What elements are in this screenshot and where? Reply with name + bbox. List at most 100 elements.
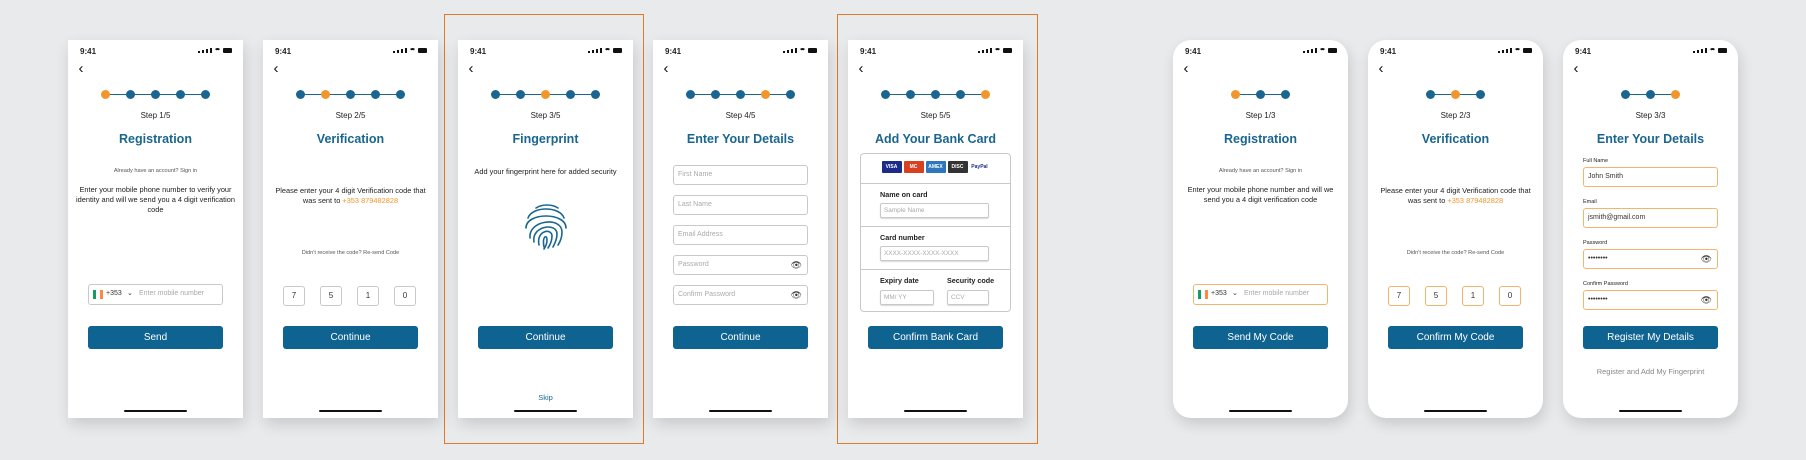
code-digit-2[interactable]: 5 <box>1425 286 1447 306</box>
wifi-icon <box>1514 48 1521 53</box>
sign-in-link[interactable]: Already have an account? Sign in <box>1173 168 1348 174</box>
eye-icon[interactable]: 👁 <box>791 256 802 274</box>
chevron-down-icon[interactable]: ⌄ <box>1232 289 1238 297</box>
battery-icon <box>1523 48 1532 53</box>
back-chevron-icon[interactable]: ‹ <box>659 61 673 76</box>
continue-button[interactable]: Continue <box>478 326 613 349</box>
back-chevron-icon[interactable]: ‹ <box>854 61 868 76</box>
step-progress <box>1173 90 1348 100</box>
step-progress <box>458 90 633 100</box>
name-on-card-input[interactable]: Sample Name <box>880 203 989 218</box>
back-chevron-icon[interactable]: ‹ <box>1569 61 1583 76</box>
code-digit-4[interactable]: 0 <box>394 286 416 306</box>
amex-logo-icon: AMEX <box>925 161 946 173</box>
step-dot <box>371 90 380 99</box>
back-chevron-icon[interactable]: ‹ <box>1179 61 1193 76</box>
step-dot <box>1426 90 1435 99</box>
register-my-details-button[interactable]: Register My Details <box>1583 326 1718 349</box>
first-name-field[interactable]: First Name <box>673 165 808 185</box>
skip-link[interactable]: Skip <box>458 393 633 402</box>
step-progress <box>263 90 438 100</box>
country-code[interactable]: +353 <box>1211 290 1227 297</box>
code-digit-4[interactable]: 0 <box>1499 286 1521 306</box>
home-indicator <box>709 410 772 412</box>
signal-icon <box>783 51 785 53</box>
confirm-password-field[interactable]: •••••••• 👁 <box>1583 290 1718 310</box>
step-dot-current <box>101 90 110 99</box>
discover-logo-icon: DISC <box>947 161 968 173</box>
code-digit-3[interactable]: 1 <box>1462 286 1484 306</box>
name-on-card-label: Name on card <box>880 190 928 199</box>
fingerprint-icon[interactable] <box>522 200 570 250</box>
code-digit-2[interactable]: 5 <box>320 286 342 306</box>
expiry-date-input[interactable]: MM/ YY <box>880 290 934 305</box>
back-chevron-icon[interactable]: ‹ <box>269 61 283 76</box>
register-fingerprint-link[interactable]: Register and Add My Fingerprint <box>1563 367 1738 376</box>
send-my-code-button[interactable]: Send My Code <box>1193 326 1328 349</box>
wifi-icon <box>1709 48 1716 53</box>
resend-code-link[interactable]: Didn't receive the code? Re-send Code <box>1368 250 1543 256</box>
send-button[interactable]: Send <box>88 326 223 349</box>
continue-button[interactable]: Continue <box>283 326 418 349</box>
battery-icon <box>808 48 817 53</box>
confirm-bank-card-button[interactable]: Confirm Bank Card <box>868 326 1003 349</box>
step-dot-current <box>1231 90 1240 99</box>
step-dot <box>686 90 695 99</box>
step-progress <box>1563 90 1738 100</box>
signal-icon <box>978 51 980 53</box>
code-digit-3[interactable]: 1 <box>357 286 379 306</box>
card-number-input[interactable]: XXXX-XXXX-XXXX-XXXX <box>880 246 989 261</box>
battery-icon <box>418 48 427 53</box>
resend-code-link[interactable]: Didn't receive the code? Re-send Code <box>263 250 438 256</box>
page-title: Registration <box>1224 132 1297 146</box>
step-dot <box>176 90 185 99</box>
step-dot <box>396 90 405 99</box>
step-dot <box>1256 90 1265 99</box>
chevron-down-icon[interactable]: ⌄ <box>127 289 133 297</box>
step-label: Step 3/3 <box>1635 111 1666 120</box>
sign-in-link[interactable]: Already have an account? Sign in <box>68 168 243 174</box>
status-time: 9:41 <box>665 47 682 56</box>
eye-icon[interactable]: 👁 <box>1701 291 1712 309</box>
country-code[interactable]: +353 <box>106 290 122 297</box>
back-chevron-icon[interactable]: ‹ <box>464 61 478 76</box>
back-chevron-icon[interactable]: ‹ <box>1374 61 1388 76</box>
status-time: 9:41 <box>860 47 877 56</box>
home-indicator <box>124 410 187 412</box>
mobile-placeholder: Enter mobile number <box>139 290 204 297</box>
last-name-field[interactable]: Last Name <box>673 195 808 215</box>
mobile-number-input[interactable]: +353 ⌄ Enter mobile number <box>1193 284 1328 305</box>
battery-icon <box>1718 48 1727 53</box>
mobile-number-input[interactable]: +353 ⌄ Enter mobile number <box>88 284 223 305</box>
email-field[interactable]: jsmith@gmail.com <box>1583 208 1718 228</box>
step-dot-current <box>541 90 550 99</box>
password-placeholder: Password <box>678 261 709 268</box>
back-chevron-icon[interactable]: ‹ <box>74 61 88 76</box>
signal-icon <box>588 51 590 53</box>
status-bar: 9:41 <box>1563 47 1738 57</box>
code-digit-1[interactable]: 7 <box>1388 286 1410 306</box>
battery-icon <box>1328 48 1337 53</box>
email-field[interactable]: Email Address <box>673 225 808 245</box>
continue-button[interactable]: Continue <box>673 326 808 349</box>
code-digit-1[interactable]: 7 <box>283 286 305 306</box>
security-code-input[interactable]: CCV <box>947 290 989 305</box>
full-name-field[interactable]: John Smith <box>1583 167 1718 187</box>
screen-details-5: 9:41 ‹ Step 4/5 Enter Your Details First… <box>653 40 828 418</box>
step-dot <box>1476 90 1485 99</box>
password-field[interactable]: •••••••• 👁 <box>1583 249 1718 269</box>
instructions: Please enter your 4 digit Verification c… <box>269 186 432 206</box>
mastercard-logo-icon: MC <box>903 161 924 173</box>
page-title: Enter Your Details <box>686 132 795 146</box>
eye-icon[interactable]: 👁 <box>1701 250 1712 268</box>
ireland-flag-icon <box>93 290 103 299</box>
password-field[interactable]: Password 👁 <box>673 255 808 275</box>
status-bar: 9:41 <box>848 47 1023 57</box>
confirm-password-field[interactable]: Confirm Password 👁 <box>673 285 808 305</box>
status-bar: 9:41 <box>263 47 438 57</box>
eye-icon[interactable]: 👁 <box>791 286 802 304</box>
step-dot <box>711 90 720 99</box>
confirm-password-placeholder: Confirm Password <box>678 291 736 298</box>
confirm-my-code-button[interactable]: Confirm My Code <box>1388 326 1523 349</box>
home-indicator <box>904 410 967 412</box>
